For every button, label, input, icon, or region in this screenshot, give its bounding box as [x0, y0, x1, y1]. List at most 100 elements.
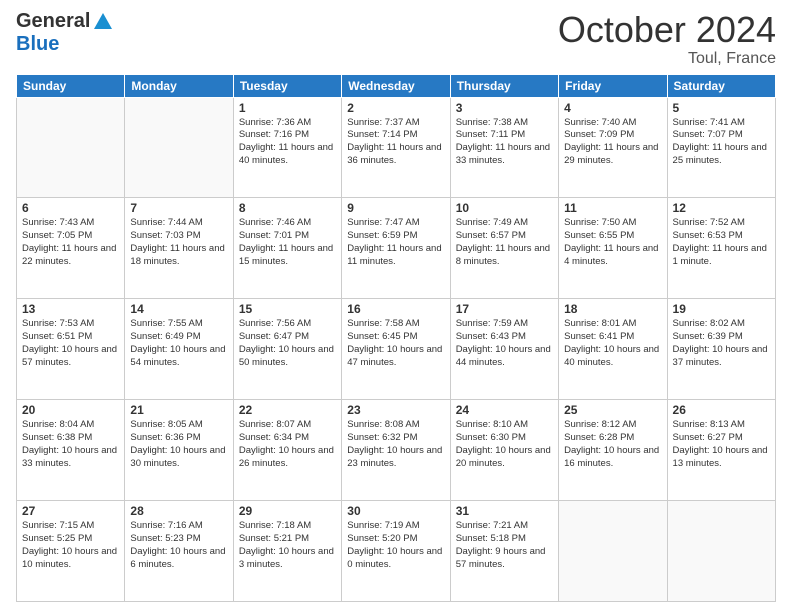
calendar-cell: 19 Sunrise: 8:02 AM Sunset: 6:39 PM Dayli…: [667, 299, 775, 400]
header-wednesday: Wednesday: [342, 74, 450, 97]
calendar-cell: [667, 501, 775, 602]
calendar-cell: [17, 97, 125, 198]
day-number: 5: [673, 101, 770, 115]
day-number: 13: [22, 302, 119, 316]
day-info: Sunrise: 7:44 AM Sunset: 7:03 PM Dayligh…: [130, 217, 227, 268]
day-number: 16: [347, 302, 444, 316]
day-number: 6: [22, 201, 119, 215]
title-area: October 2024 Toul, France: [558, 10, 776, 68]
day-info: Sunrise: 7:46 AM Sunset: 7:01 PM Dayligh…: [239, 217, 336, 268]
week-row-1: 1 Sunrise: 7:36 AM Sunset: 7:16 PM Daylig…: [17, 97, 776, 198]
day-number: 22: [239, 403, 336, 417]
calendar-cell: 26 Sunrise: 8:13 AM Sunset: 6:27 PM Dayli…: [667, 400, 775, 501]
calendar-cell: 23 Sunrise: 8:08 AM Sunset: 6:32 PM Dayli…: [342, 400, 450, 501]
header-monday: Monday: [125, 74, 233, 97]
calendar-cell: 22 Sunrise: 8:07 AM Sunset: 6:34 PM Dayli…: [233, 400, 341, 501]
logo: General Blue: [16, 10, 114, 56]
day-number: 25: [564, 403, 661, 417]
day-info: Sunrise: 7:49 AM Sunset: 6:57 PM Dayligh…: [456, 217, 553, 268]
day-number: 26: [673, 403, 770, 417]
day-info: Sunrise: 8:04 AM Sunset: 6:38 PM Dayligh…: [22, 419, 119, 470]
day-number: 15: [239, 302, 336, 316]
logo-icon: [92, 11, 114, 33]
calendar-cell: 15 Sunrise: 7:56 AM Sunset: 6:47 PM Dayli…: [233, 299, 341, 400]
day-info: Sunrise: 7:59 AM Sunset: 6:43 PM Dayligh…: [456, 318, 553, 369]
day-number: 30: [347, 504, 444, 518]
calendar-cell: 9 Sunrise: 7:47 AM Sunset: 6:59 PM Daylig…: [342, 198, 450, 299]
page: General Blue October 2024 Toul, France S…: [0, 0, 792, 612]
calendar-cell: 13 Sunrise: 7:53 AM Sunset: 6:51 PM Dayli…: [17, 299, 125, 400]
day-info: Sunrise: 8:08 AM Sunset: 6:32 PM Dayligh…: [347, 419, 444, 470]
day-info: Sunrise: 7:58 AM Sunset: 6:45 PM Dayligh…: [347, 318, 444, 369]
day-info: Sunrise: 8:02 AM Sunset: 6:39 PM Dayligh…: [673, 318, 770, 369]
calendar-cell: 1 Sunrise: 7:36 AM Sunset: 7:16 PM Daylig…: [233, 97, 341, 198]
day-number: 19: [673, 302, 770, 316]
day-info: Sunrise: 8:13 AM Sunset: 6:27 PM Dayligh…: [673, 419, 770, 470]
calendar-cell: 18 Sunrise: 8:01 AM Sunset: 6:41 PM Dayli…: [559, 299, 667, 400]
calendar-cell: 27Sunrise: 7:15 AM Sunset: 5:25 PM Dayli…: [17, 501, 125, 602]
day-info: Sunrise: 7:53 AM Sunset: 6:51 PM Dayligh…: [22, 318, 119, 369]
day-info: Sunrise: 7:50 AM Sunset: 6:55 PM Dayligh…: [564, 217, 661, 268]
day-info: Sunrise: 7:19 AM Sunset: 5:20 PM Dayligh…: [347, 520, 444, 571]
day-number: 2: [347, 101, 444, 115]
day-info: Sunrise: 7:52 AM Sunset: 6:53 PM Dayligh…: [673, 217, 770, 268]
logo-blue-text: Blue: [16, 33, 59, 55]
day-info: Sunrise: 7:37 AM Sunset: 7:14 PM Dayligh…: [347, 117, 444, 168]
calendar-cell: 16 Sunrise: 7:58 AM Sunset: 6:45 PM Dayli…: [342, 299, 450, 400]
day-number: 3: [456, 101, 553, 115]
calendar-cell: 12 Sunrise: 7:52 AM Sunset: 6:53 PM Dayli…: [667, 198, 775, 299]
calendar-cell: 8 Sunrise: 7:46 AM Sunset: 7:01 PM Daylig…: [233, 198, 341, 299]
day-number: 9: [347, 201, 444, 215]
day-number: 7: [130, 201, 227, 215]
day-info: Sunrise: 7:36 AM Sunset: 7:16 PM Dayligh…: [239, 117, 336, 168]
calendar-cell: 4Sunrise: 7:40 AM Sunset: 7:09 PM Daylig…: [559, 97, 667, 198]
header: General Blue October 2024 Toul, France: [16, 10, 776, 68]
day-number: 20: [22, 403, 119, 417]
day-info: Sunrise: 8:12 AM Sunset: 6:28 PM Dayligh…: [564, 419, 661, 470]
day-number: 11: [564, 201, 661, 215]
calendar-cell: 25 Sunrise: 8:12 AM Sunset: 6:28 PM Dayli…: [559, 400, 667, 501]
header-friday: Friday: [559, 74, 667, 97]
calendar-cell: 10 Sunrise: 7:49 AM Sunset: 6:57 PM Dayli…: [450, 198, 558, 299]
day-number: 1: [239, 101, 336, 115]
day-info: Sunrise: 7:16 AM Sunset: 5:23 PM Dayligh…: [130, 520, 227, 571]
weekday-header-row: Sunday Monday Tuesday Wednesday Thursday…: [17, 74, 776, 97]
day-number: 29: [239, 504, 336, 518]
calendar-cell: [559, 501, 667, 602]
day-number: 23: [347, 403, 444, 417]
day-info: Sunrise: 7:55 AM Sunset: 6:49 PM Dayligh…: [130, 318, 227, 369]
calendar-cell: 6 Sunrise: 7:43 AM Sunset: 7:05 PM Daylig…: [17, 198, 125, 299]
day-info: Sunrise: 7:40 AM Sunset: 7:09 PM Dayligh…: [564, 117, 661, 168]
day-info: Sunrise: 8:07 AM Sunset: 6:34 PM Dayligh…: [239, 419, 336, 470]
header-sunday: Sunday: [17, 74, 125, 97]
header-tuesday: Tuesday: [233, 74, 341, 97]
day-info: Sunrise: 7:43 AM Sunset: 7:05 PM Dayligh…: [22, 217, 119, 268]
calendar-cell: 3Sunrise: 7:38 AM Sunset: 7:11 PM Daylig…: [450, 97, 558, 198]
location: Toul, France: [558, 50, 776, 68]
month-title: October 2024: [558, 10, 776, 50]
day-number: 18: [564, 302, 661, 316]
day-number: 12: [673, 201, 770, 215]
calendar-cell: 30 Sunrise: 7:19 AM Sunset: 5:20 PM Dayli…: [342, 501, 450, 602]
calendar-cell: [125, 97, 233, 198]
calendar-cell: 5 Sunrise: 7:41 AM Sunset: 7:07 PM Daylig…: [667, 97, 775, 198]
day-number: 8: [239, 201, 336, 215]
day-number: 21: [130, 403, 227, 417]
day-info: Sunrise: 7:15 AM Sunset: 5:25 PM Dayligh…: [22, 520, 119, 571]
week-row-2: 6 Sunrise: 7:43 AM Sunset: 7:05 PM Daylig…: [17, 198, 776, 299]
day-info: Sunrise: 7:56 AM Sunset: 6:47 PM Dayligh…: [239, 318, 336, 369]
calendar-cell: 31Sunrise: 7:21 AM Sunset: 5:18 PM Dayli…: [450, 501, 558, 602]
header-thursday: Thursday: [450, 74, 558, 97]
calendar-cell: 17 Sunrise: 7:59 AM Sunset: 6:43 PM Dayli…: [450, 299, 558, 400]
calendar: Sunday Monday Tuesday Wednesday Thursday…: [16, 74, 776, 602]
day-info: Sunrise: 8:01 AM Sunset: 6:41 PM Dayligh…: [564, 318, 661, 369]
day-number: 10: [456, 201, 553, 215]
day-number: 28: [130, 504, 227, 518]
calendar-cell: 28 Sunrise: 7:16 AM Sunset: 5:23 PM Dayli…: [125, 501, 233, 602]
day-number: 17: [456, 302, 553, 316]
day-number: 14: [130, 302, 227, 316]
calendar-cell: 21Sunrise: 8:05 AM Sunset: 6:36 PM Dayli…: [125, 400, 233, 501]
day-info: Sunrise: 7:47 AM Sunset: 6:59 PM Dayligh…: [347, 217, 444, 268]
day-info: Sunrise: 7:21 AM Sunset: 5:18 PM Dayligh…: [456, 520, 553, 571]
day-info: Sunrise: 7:41 AM Sunset: 7:07 PM Dayligh…: [673, 117, 770, 168]
